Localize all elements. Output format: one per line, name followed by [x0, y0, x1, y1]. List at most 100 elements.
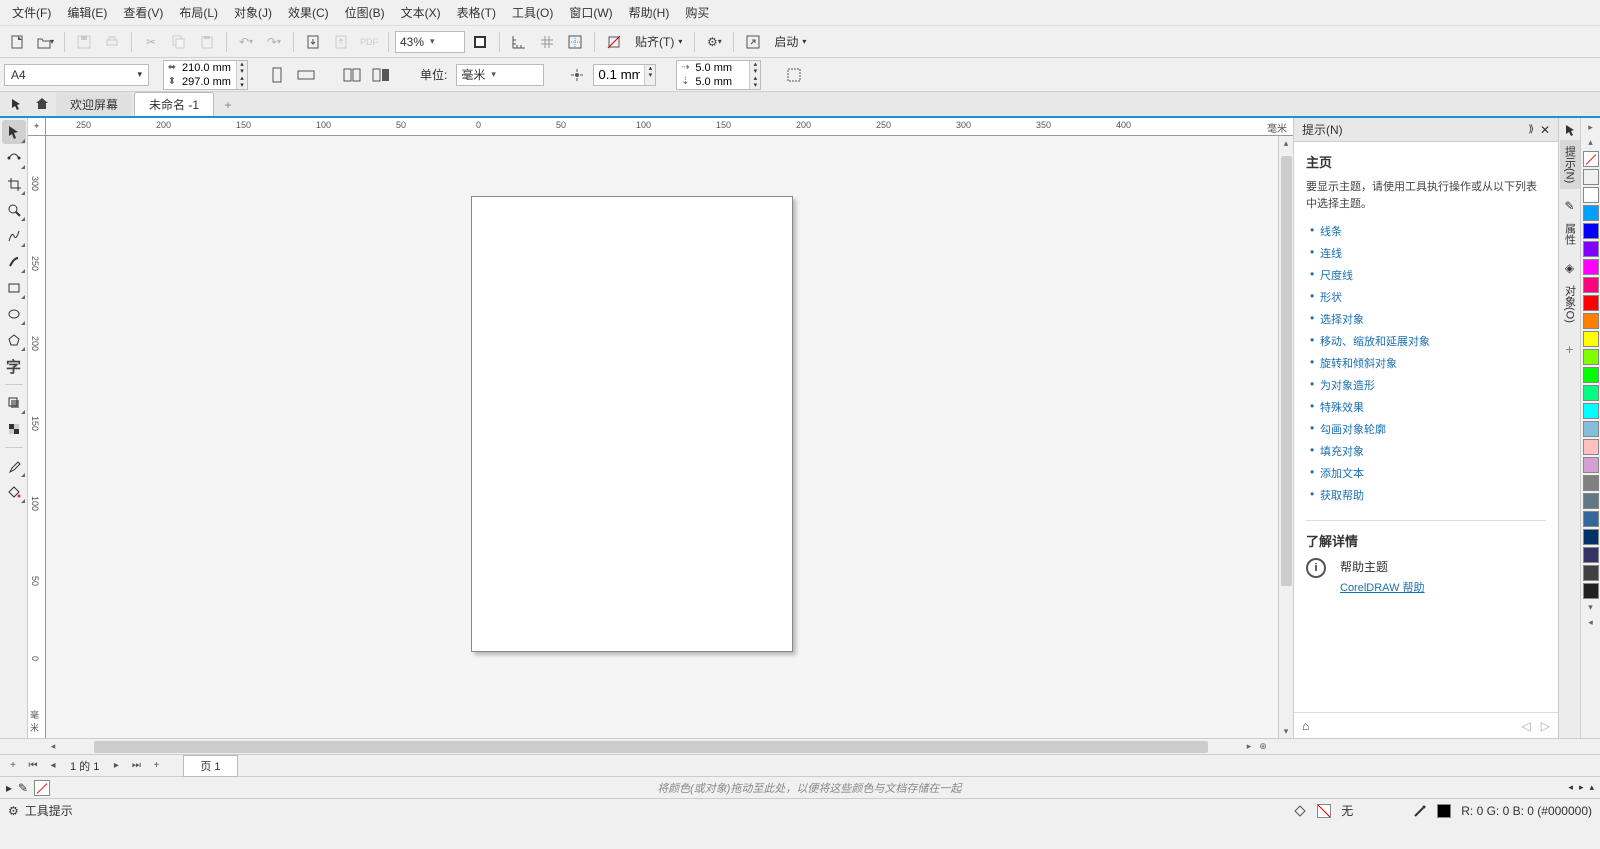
ellipse-tool[interactable] [2, 302, 26, 326]
page-width-input[interactable] [180, 61, 236, 75]
outline-swatch[interactable] [1437, 804, 1451, 818]
palette-menu-icon[interactable]: ▸ [1586, 120, 1595, 135]
color-swatch[interactable] [1583, 349, 1599, 365]
menu-tools[interactable]: 工具(O) [504, 1, 561, 24]
landscape-button[interactable] [293, 62, 319, 88]
docker-collapse-icon[interactable]: ⟫ [1528, 124, 1534, 135]
save-button[interactable] [71, 29, 97, 55]
back-icon[interactable]: ◁ [1522, 719, 1531, 733]
menu-buy[interactable]: 购买 [677, 1, 717, 24]
coreldraw-help-link[interactable]: CorelDRAW 帮助 [1340, 582, 1425, 594]
rulers-toggle[interactable] [506, 29, 532, 55]
hints-link[interactable]: 连线 [1320, 248, 1342, 260]
hscroll-right[interactable]: ▸ [1242, 741, 1256, 752]
current-page-button[interactable] [368, 62, 394, 88]
launch-icon[interactable] [740, 29, 766, 55]
home-tab-icon[interactable] [28, 92, 56, 116]
color-swatch[interactable] [1583, 187, 1599, 203]
print-button[interactable] [99, 29, 125, 55]
page-last[interactable]: ⏭ [127, 757, 145, 775]
redo-button[interactable]: ↷▾ [261, 29, 287, 55]
publish-pdf-button[interactable]: PDF [356, 29, 382, 55]
eyedropper-tool[interactable] [2, 454, 26, 478]
hints-link[interactable]: 勾画对象轮廓 [1320, 424, 1386, 436]
hints-link[interactable]: 尺度线 [1320, 270, 1353, 282]
menu-edit[interactable]: 编辑(E) [59, 1, 115, 24]
docker-layers-icon[interactable]: ◈ [1565, 261, 1574, 275]
menu-view[interactable]: 查看(V) [115, 1, 171, 24]
pick-tool[interactable] [2, 120, 26, 144]
zoom-level-dropdown[interactable]: 43%▾ [395, 31, 465, 53]
crop-tool[interactable] [2, 172, 26, 196]
menu-table[interactable]: 表格(T) [449, 1, 504, 24]
pick-tool-small[interactable] [4, 92, 28, 116]
docker-tab-objects[interactable]: 对象(O) [1560, 279, 1580, 329]
tab-add-button[interactable]: + [216, 94, 240, 116]
home-icon[interactable]: ⌂ [1302, 719, 1309, 733]
eyedropper-icon[interactable]: ✎ [18, 781, 28, 795]
palette-expand-icon[interactable]: ◂ [1586, 615, 1595, 630]
page-tab[interactable]: 页 1 [183, 755, 237, 777]
color-swatch[interactable] [1583, 457, 1599, 473]
canvas-viewport[interactable] [46, 136, 1278, 738]
text-tool[interactable]: 字 [2, 354, 26, 378]
color-swatch[interactable] [1583, 241, 1599, 257]
menu-bitmap[interactable]: 位图(B) [337, 1, 393, 24]
nudge-input[interactable] [594, 65, 644, 85]
rectangle-tool[interactable] [2, 276, 26, 300]
grid-toggle[interactable] [534, 29, 560, 55]
color-swatch[interactable] [1583, 223, 1599, 239]
units-select[interactable]: 毫米▾ [456, 64, 544, 86]
hints-link[interactable]: 形状 [1320, 292, 1342, 304]
doc-palette-expand[interactable]: ▴ [1589, 782, 1594, 793]
all-pages-button[interactable] [339, 62, 365, 88]
docker-pen-icon[interactable]: ✎ [1564, 199, 1574, 213]
snap-to-button[interactable]: 贴齐(T)▾ [629, 29, 688, 55]
gear-icon[interactable]: ⚙ [8, 804, 19, 818]
vertical-scrollbar[interactable]: ▴ ▾ [1278, 136, 1293, 738]
page-add-after[interactable]: + [147, 757, 165, 775]
page-prev[interactable]: ◂ [44, 757, 62, 775]
spinner-down[interactable]: ▾ [237, 82, 247, 89]
tab-welcome[interactable]: 欢迎屏幕 [56, 92, 132, 116]
hints-link[interactable]: 特殊效果 [1320, 402, 1364, 414]
color-swatch[interactable] [1583, 403, 1599, 419]
copy-button[interactable] [166, 29, 192, 55]
fullscreen-button[interactable] [467, 29, 493, 55]
open-button[interactable]: ▾ [32, 29, 58, 55]
spinner-down[interactable]: ▾ [750, 82, 760, 89]
color-swatch[interactable] [1583, 475, 1599, 491]
docker-tab-properties[interactable]: 属性 [1560, 217, 1580, 251]
zoom-tool[interactable] [2, 198, 26, 222]
menu-object[interactable]: 对象(J) [226, 1, 280, 24]
docker-add-button[interactable]: + [1565, 341, 1573, 357]
color-swatch[interactable] [1583, 529, 1599, 545]
doc-palette-left[interactable]: ◂ [1568, 782, 1573, 793]
palette-scroll-down[interactable]: ▾ [1586, 600, 1595, 615]
color-swatch[interactable] [1583, 565, 1599, 581]
export-button[interactable] [328, 29, 354, 55]
color-swatch[interactable] [1583, 277, 1599, 293]
hints-link[interactable]: 获取帮助 [1320, 490, 1364, 502]
cut-button[interactable]: ✂ [138, 29, 164, 55]
menu-help[interactable]: 帮助(H) [621, 1, 678, 24]
color-swatch[interactable] [1583, 439, 1599, 455]
doc-palette-menu[interactable]: ▸ [6, 781, 12, 795]
color-swatch[interactable] [1583, 493, 1599, 509]
color-swatch[interactable] [1583, 367, 1599, 383]
forward-icon[interactable]: ▷ [1541, 719, 1550, 733]
vertical-ruler[interactable]: 300 250 200 150 100 50 0 毫米 [28, 136, 46, 738]
fill-tool[interactable] [2, 480, 26, 504]
color-swatch[interactable] [1583, 421, 1599, 437]
hints-link[interactable]: 填充对象 [1320, 446, 1364, 458]
launch-button[interactable]: 启动▾ [768, 29, 812, 55]
options-button[interactable]: ⚙▾ [701, 29, 727, 55]
scroll-up[interactable]: ▴ [1279, 136, 1293, 150]
hints-link[interactable]: 移动、缩放和延展对象 [1320, 336, 1430, 348]
color-swatch[interactable] [1583, 583, 1599, 599]
polygon-tool[interactable] [2, 328, 26, 352]
color-swatch[interactable] [1583, 547, 1599, 563]
menu-window[interactable]: 窗口(W) [561, 1, 620, 24]
ruler-corner[interactable]: ✦ [28, 118, 46, 136]
page-size-select[interactable]: A4▾ [4, 64, 149, 86]
